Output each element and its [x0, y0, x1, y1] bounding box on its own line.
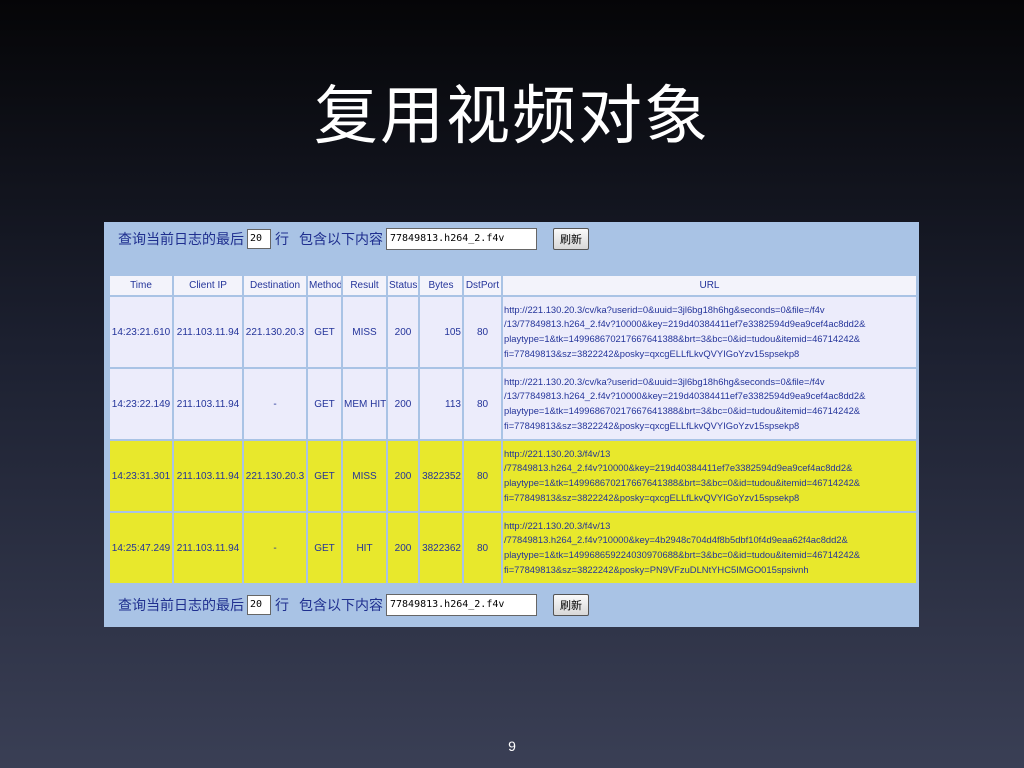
refresh-button[interactable]: 刷新 — [553, 228, 589, 250]
cell-client-ip: 211.103.11.94 — [174, 369, 242, 439]
cell-bytes: 105 — [420, 297, 462, 367]
header-dst-port: DstPort — [464, 276, 501, 295]
lines-count-input[interactable]: 20 — [247, 229, 271, 249]
log-viewer-panel: 查询当前日志的最后 20 行 包含以下内容 77849813.h264_2.f4… — [104, 222, 919, 627]
cell-destination: 221.130.20.3 — [244, 297, 306, 367]
cell-url: http://221.130.20.3/cv/ka?userid=0&uuid=… — [503, 297, 916, 367]
url-line: /77849813.h264_2.f4v?10000&key=219d40384… — [504, 462, 853, 474]
cell-dst-port: 80 — [464, 369, 501, 439]
cell-time: 14:23:22.149 — [110, 369, 172, 439]
header-url: URL — [503, 276, 916, 295]
url-line: /13/77849813.h264_2.f4v?10000&key=219d40… — [504, 390, 866, 402]
url-line: playtype=1&tk=149968659224030970688&brt=… — [504, 549, 861, 560]
slide-title: 复用视频对象 — [314, 80, 710, 154]
url-line: playtype=1&tk=149968670217667641388&brt=… — [504, 477, 861, 488]
url-line: playtype=1&tk=149968670217667641388&brt=… — [504, 405, 861, 416]
header-client-ip: Client IP — [174, 276, 242, 295]
url-line: /77849813.h264_2.f4v?10000&key=4b2948c70… — [504, 534, 848, 546]
cell-bytes: 113 — [420, 369, 462, 439]
keyword-input[interactable]: 77849813.h264_2.f4v — [386, 594, 537, 616]
cell-result: MISS — [343, 297, 386, 367]
table-row: 14:25:47.249 211.103.11.94 - GET HIT 200… — [110, 513, 916, 583]
cell-dst-port: 80 — [464, 441, 501, 511]
last-lines-label: 查询当前日志的最后 — [118, 598, 244, 614]
filter-bar-bottom: 查询当前日志的最后 20 行 包含以下内容 77849813.h264_2.f4… — [118, 593, 589, 617]
cell-time: 14:23:31.301 — [110, 441, 172, 511]
cell-client-ip: 211.103.11.94 — [174, 441, 242, 511]
contains-label: 包含以下内容 — [299, 232, 383, 248]
cell-method: GET — [308, 513, 341, 583]
url-line: playtype=1&tk=149968670217667641388&brt=… — [504, 333, 861, 344]
cell-url: http://221.130.20.3/cv/ka?userid=0&uuid=… — [503, 369, 916, 439]
header-result: Result — [343, 276, 386, 295]
url-line: fi=77849813&sz=3822242&posky=qxcgELLfLkv… — [504, 491, 800, 503]
cell-destination: - — [244, 369, 306, 439]
cell-time: 14:23:21.610 — [110, 297, 172, 367]
header-status: Status — [388, 276, 418, 295]
table-row: 14:23:22.149 211.103.11.94 - GET MEM HIT… — [110, 369, 916, 439]
cell-result: MEM HIT — [343, 369, 386, 439]
cell-status: 200 — [388, 513, 418, 583]
contains-label: 包含以下内容 — [299, 598, 383, 614]
last-lines-label: 查询当前日志的最后 — [118, 232, 244, 248]
cell-client-ip: 211.103.11.94 — [174, 513, 242, 583]
url-line: fi=77849813&sz=3822242&posky=PN9VFzuDLNt… — [504, 563, 809, 575]
refresh-button[interactable]: 刷新 — [553, 594, 589, 616]
cell-destination: - — [244, 513, 306, 583]
url-line: http://221.130.20.3/f4v/13 — [504, 447, 611, 459]
header-time: Time — [110, 276, 172, 295]
table-row: 14:23:31.301 211.103.11.94 221.130.20.3 … — [110, 441, 916, 511]
filter-bar-top: 查询当前日志的最后 20 行 包含以下内容 77849813.h264_2.f4… — [118, 227, 589, 251]
cell-client-ip: 211.103.11.94 — [174, 297, 242, 367]
cell-status: 200 — [388, 369, 418, 439]
page-number: 9 — [508, 738, 516, 754]
url-line: fi=77849813&sz=3822242&posky=qxcgELLfLkv… — [504, 347, 800, 359]
url-line: fi=77849813&sz=3822242&posky=qxcgELLfLkv… — [504, 419, 800, 431]
cell-dst-port: 80 — [464, 297, 501, 367]
cell-status: 200 — [388, 297, 418, 367]
url-line: http://221.130.20.3/cv/ka?userid=0&uuid=… — [504, 375, 825, 387]
cell-bytes: 3822362 — [420, 513, 462, 583]
table-row: 14:23:21.610 211.103.11.94 221.130.20.3 … — [110, 297, 916, 367]
cell-url: http://221.130.20.3/f4v/13 /77849813.h26… — [503, 441, 916, 511]
url-line: /13/77849813.h264_2.f4v?10000&key=219d40… — [504, 318, 866, 330]
keyword-input[interactable]: 77849813.h264_2.f4v — [386, 228, 537, 250]
cell-url: http://221.130.20.3/f4v/13 /77849813.h26… — [503, 513, 916, 583]
cell-result: HIT — [343, 513, 386, 583]
lines-suffix-label: 行 — [275, 232, 289, 248]
url-line: http://221.130.20.3/cv/ka?userid=0&uuid=… — [504, 303, 825, 315]
log-table: Time Client IP Destination Method Result… — [108, 274, 918, 585]
cell-status: 200 — [388, 441, 418, 511]
cell-bytes: 3822352 — [420, 441, 462, 511]
url-line: http://221.130.20.3/f4v/13 — [504, 519, 611, 531]
cell-time: 14:25:47.249 — [110, 513, 172, 583]
cell-method: GET — [308, 369, 341, 439]
cell-method: GET — [308, 297, 341, 367]
lines-suffix-label: 行 — [275, 598, 289, 614]
header-method: Method — [308, 276, 341, 295]
header-bytes: Bytes — [420, 276, 462, 295]
cell-destination: 221.130.20.3 — [244, 441, 306, 511]
cell-method: GET — [308, 441, 341, 511]
table-header-row: Time Client IP Destination Method Result… — [110, 276, 916, 295]
cell-result: MISS — [343, 441, 386, 511]
cell-dst-port: 80 — [464, 513, 501, 583]
header-destination: Destination — [244, 276, 306, 295]
lines-count-input[interactable]: 20 — [247, 595, 271, 615]
